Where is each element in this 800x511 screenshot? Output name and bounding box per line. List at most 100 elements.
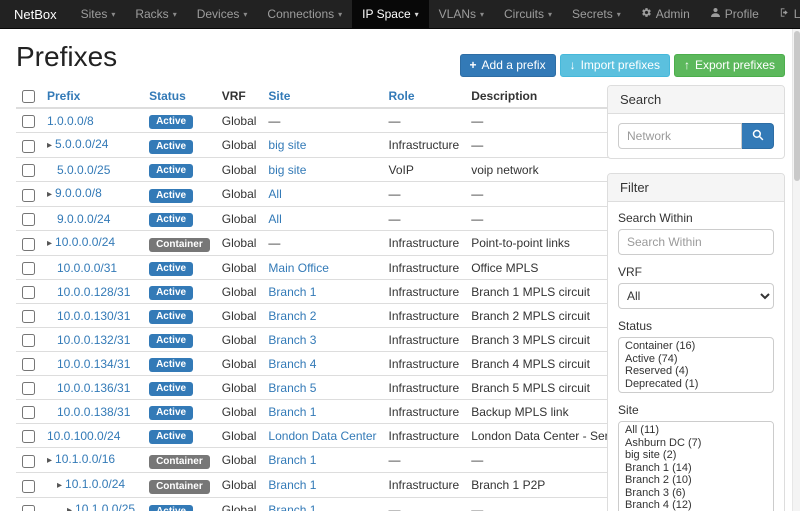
expand-caret-icon[interactable]: ▸	[67, 505, 72, 511]
nav-item-sites[interactable]: Sites▾	[71, 0, 126, 28]
row-checkbox[interactable]	[22, 310, 35, 323]
nav-logout-link[interactable]: Log out	[769, 0, 800, 28]
expand-caret-icon[interactable]: ▸	[57, 480, 62, 491]
row-checkbox[interactable]	[22, 382, 35, 395]
listbox-option[interactable]: Branch 2 (10)	[619, 474, 773, 487]
prefix-cell: 10.0.0.130/31	[41, 304, 143, 328]
listbox-option[interactable]: Reserved (4)	[619, 365, 773, 378]
row-checkbox[interactable]	[22, 189, 35, 202]
header-status[interactable]: Status	[143, 85, 216, 108]
row-checkbox[interactable]	[22, 430, 35, 443]
site-link[interactable]: Branch 3	[268, 333, 316, 347]
row-checkbox[interactable]	[22, 358, 35, 371]
row-checkbox[interactable]	[22, 406, 35, 419]
search-within-input[interactable]	[618, 229, 774, 255]
navbar-brand[interactable]: NetBox	[0, 0, 71, 28]
table-row: ▸5.0.0.0/24ActiveGlobalbig siteInfrastru…	[16, 133, 679, 158]
row-checkbox[interactable]	[22, 164, 35, 177]
prefix-link[interactable]: 10.0.0.132/31	[57, 333, 130, 347]
prefix-link[interactable]: 10.0.0.0/31	[57, 261, 117, 275]
add-prefix-label: Add a prefix	[482, 58, 546, 72]
listbox-option[interactable]: All (11)	[619, 424, 773, 437]
row-checkbox[interactable]	[22, 334, 35, 347]
row-checkbox[interactable]	[22, 505, 35, 511]
prefix-link[interactable]: 10.1.0.0/24	[65, 477, 125, 491]
select-all-checkbox[interactable]	[22, 90, 35, 103]
nav-item-vlans[interactable]: VLANs▾	[429, 0, 494, 28]
prefix-link[interactable]: 5.0.0.0/25	[57, 163, 110, 177]
header-prefix[interactable]: Prefix	[41, 85, 143, 108]
expand-caret-icon[interactable]: ▸	[47, 140, 52, 151]
nav-profile-link[interactable]: Profile	[700, 0, 769, 28]
listbox-option[interactable]: Container (16)	[619, 340, 773, 353]
prefix-link[interactable]: 10.0.0.0/24	[55, 235, 115, 249]
row-checkbox[interactable]	[22, 140, 35, 153]
site-link[interactable]: All	[268, 212, 281, 226]
export-prefixes-button[interactable]: ↑ Export prefixes	[674, 54, 785, 77]
status-listbox[interactable]: Container (16)Active (74)Reserved (4)Dep…	[618, 337, 774, 393]
row-checkbox[interactable]	[22, 238, 35, 251]
page-scrollbar-thumb[interactable]	[794, 31, 800, 181]
site-link[interactable]: Main Office	[268, 261, 328, 275]
import-prefixes-button[interactable]: ↓ Import prefixes	[560, 54, 670, 77]
prefix-link[interactable]: 10.0.0.138/31	[57, 405, 130, 419]
nav-admin-link[interactable]: Admin	[631, 0, 700, 28]
listbox-option[interactable]: Deprecated (1)	[619, 378, 773, 391]
header-site[interactable]: Site	[262, 85, 382, 108]
row-checkbox[interactable]	[22, 286, 35, 299]
site-link[interactable]: big site	[268, 138, 306, 152]
add-prefix-button[interactable]: + Add a prefix	[460, 54, 556, 77]
nav-item-circuits[interactable]: Circuits▾	[494, 0, 562, 28]
row-checkbox[interactable]	[22, 455, 35, 468]
expand-caret-icon[interactable]: ▸	[47, 455, 52, 466]
search-input[interactable]	[618, 123, 742, 149]
expand-caret-icon[interactable]: ▸	[47, 238, 52, 249]
site-link[interactable]: Branch 5	[268, 381, 316, 395]
prefix-link[interactable]: 10.0.0.128/31	[57, 285, 130, 299]
prefix-link[interactable]: 9.0.0.0/8	[55, 186, 102, 200]
row-checkbox[interactable]	[22, 115, 35, 128]
prefix-link[interactable]: 9.0.0.0/24	[57, 212, 110, 226]
prefix-link[interactable]: 1.0.0.0/8	[47, 114, 94, 128]
nav-item-secrets[interactable]: Secrets▾	[562, 0, 631, 28]
nav-item-connections[interactable]: Connections▾	[257, 0, 352, 28]
listbox-option[interactable]: Ashburn DC (7)	[619, 437, 773, 450]
prefix-link[interactable]: 10.0.100.0/24	[47, 429, 120, 443]
prefix-link[interactable]: 10.0.0.136/31	[57, 381, 130, 395]
prefix-cell: 10.0.0.132/31	[41, 328, 143, 352]
vrf-select[interactable]: All	[618, 283, 774, 309]
prefix-link[interactable]: 5.0.0.0/24	[55, 137, 108, 151]
site-link[interactable]: Branch 1	[268, 405, 316, 419]
nav-item-devices[interactable]: Devices▾	[187, 0, 258, 28]
site-link[interactable]: All	[268, 187, 281, 201]
prefix-link[interactable]: 10.0.0.130/31	[57, 309, 130, 323]
table-row: ▸10.1.0.0/25ActiveGlobalBranch 1——	[16, 498, 679, 511]
expand-caret-icon[interactable]: ▸	[47, 189, 52, 200]
page-scrollbar[interactable]	[792, 29, 800, 511]
nav-item-ip-space[interactable]: IP Space▾	[352, 0, 429, 28]
listbox-option[interactable]: Branch 3 (6)	[619, 487, 773, 500]
site-link[interactable]: Branch 4	[268, 357, 316, 371]
header-role[interactable]: Role	[383, 85, 466, 108]
site-link[interactable]: big site	[268, 163, 306, 177]
prefix-link[interactable]: 10.1.0.0/16	[55, 452, 115, 466]
listbox-option[interactable]: Branch 1 (14)	[619, 462, 773, 475]
row-checkbox[interactable]	[22, 262, 35, 275]
site-link[interactable]: London Data Center	[268, 429, 376, 443]
row-checkbox[interactable]	[22, 213, 35, 226]
listbox-option[interactable]: Branch 4 (12)	[619, 499, 773, 511]
site-link[interactable]: Branch 1	[268, 503, 316, 511]
site-listbox[interactable]: All (11)Ashburn DC (7)big site (2)Branch…	[618, 421, 774, 511]
site-link[interactable]: Branch 2	[268, 309, 316, 323]
site-link[interactable]: Branch 1	[268, 478, 316, 492]
row-checkbox[interactable]	[22, 480, 35, 493]
listbox-option[interactable]: Active (74)	[619, 353, 773, 366]
search-button[interactable]	[742, 123, 774, 149]
prefix-link[interactable]: 10.1.0.0/25	[75, 502, 135, 511]
vrf-cell: Global	[216, 256, 263, 280]
listbox-option[interactable]: big site (2)	[619, 449, 773, 462]
site-link[interactable]: Branch 1	[268, 285, 316, 299]
nav-item-racks[interactable]: Racks▾	[125, 0, 186, 28]
prefix-link[interactable]: 10.0.0.134/31	[57, 357, 130, 371]
site-link[interactable]: Branch 1	[268, 453, 316, 467]
